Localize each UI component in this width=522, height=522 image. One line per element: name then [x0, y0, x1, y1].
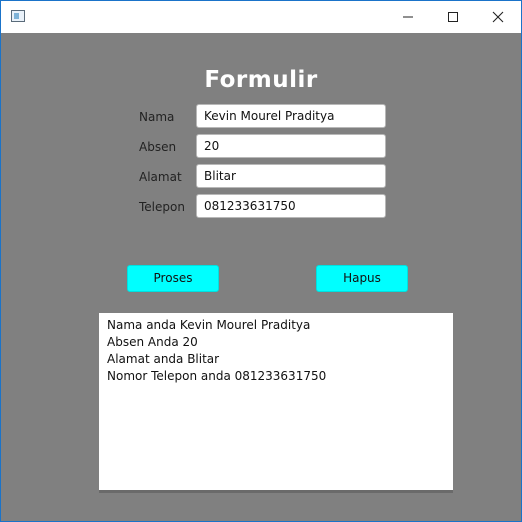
close-button[interactable]: [475, 1, 521, 33]
app-window: Formulir Nama Absen Alamat Telepon Prose…: [0, 0, 522, 522]
output-textarea[interactable]: Nama anda Kevin Mourel Praditya Absen And…: [99, 313, 453, 493]
hapus-button[interactable]: Hapus: [316, 265, 408, 292]
maximize-icon: [448, 12, 458, 22]
output-line: Nomor Telepon anda 081233631750: [107, 369, 327, 383]
title-bar[interactable]: [1, 1, 521, 33]
close-icon: [492, 11, 504, 23]
proses-button[interactable]: Proses: [127, 265, 219, 292]
alamat-label: Alamat: [139, 170, 182, 184]
absen-field[interactable]: [196, 134, 386, 158]
nama-label: Nama: [139, 110, 175, 124]
form-title: Formulir: [204, 67, 318, 93]
telepon-field[interactable]: [196, 194, 386, 218]
nama-field[interactable]: [196, 104, 386, 128]
absen-label: Absen: [139, 140, 177, 154]
output-line: Nama anda Kevin Mourel Praditya: [107, 318, 311, 332]
minimize-button[interactable]: [385, 1, 431, 33]
output-line: Alamat anda Blitar: [107, 352, 220, 366]
form-panel: Formulir Nama Absen Alamat Telepon Prose…: [1, 33, 521, 521]
alamat-field[interactable]: [196, 164, 386, 188]
app-icon: [11, 10, 25, 22]
output-line: Absen Anda 20: [107, 335, 198, 349]
maximize-button[interactable]: [430, 1, 476, 33]
minimize-icon: [403, 16, 413, 18]
telepon-label: Telepon: [139, 200, 185, 214]
